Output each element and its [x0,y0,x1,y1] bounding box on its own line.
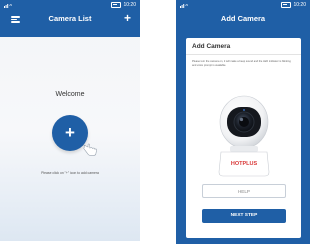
pointing-hand-icon [83,143,97,156]
help-button[interactable]: HELP [202,184,286,198]
camera-image: HOTPLUS [218,95,270,177]
camera-list-screen: 10:20 Camera List + Welcome + Please cli… [0,0,140,241]
page-title: Add Camera [220,14,266,23]
battery-icon [281,2,292,8]
welcome-text: Welcome [55,91,85,98]
status-time: 10:20 [293,2,306,8]
status-bar: 10:20 [0,0,140,10]
divider [186,54,301,55]
next-step-button[interactable]: NEXT STEP [202,209,286,223]
signal-icon [180,3,188,8]
panel-title: Add Camera [192,43,231,50]
camera-brand-label: HOTPLUS [231,161,258,167]
add-camera-icon[interactable]: + [124,12,131,24]
status-time: 10:20 [123,2,136,8]
status-bar: 10:20 [176,0,310,10]
battery-icon [111,2,122,8]
instruction-text: Please turn the camera on, it will make … [192,60,291,67]
camera-list-header: 10:20 Camera List + [0,0,140,37]
page-title: Camera List [48,14,92,23]
signal-icon [4,3,12,8]
add-camera-panel: Add Camera Please turn the camera on, it… [186,38,301,238]
hint-text: Please click on "+" icon to add camera [41,171,99,175]
add-camera-screen: 10:20 Add Camera Add Camera Please turn … [176,0,310,244]
